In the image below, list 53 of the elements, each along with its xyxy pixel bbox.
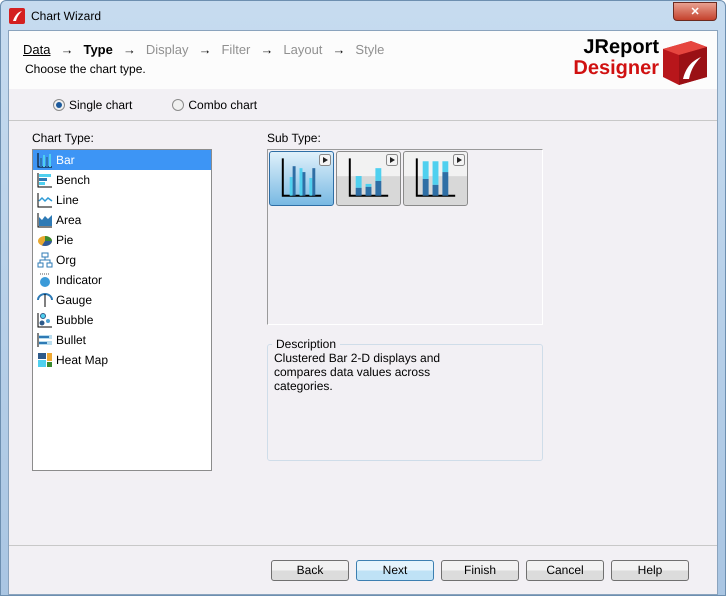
list-item[interactable]: Line — [33, 190, 211, 210]
step-label: Filter — [221, 42, 250, 57]
line-chart-icon — [37, 192, 53, 208]
list-item[interactable]: Pie — [33, 230, 211, 250]
list-item[interactable]: Bubble — [33, 310, 211, 330]
app-icon — [9, 8, 25, 24]
bubble-chart-icon — [37, 312, 53, 328]
step-link[interactable]: Data — [23, 42, 50, 57]
step-label: Display — [146, 42, 188, 57]
gauge-chart-icon — [37, 292, 53, 308]
step-label: Style — [355, 42, 384, 57]
arrow-glyph: → — [122, 42, 136, 57]
logo-text: Designer — [573, 58, 659, 79]
play-icon[interactable] — [453, 154, 465, 166]
window-title: Chart Wizard — [31, 8, 102, 22]
dialog-button[interactable]: Cancel — [526, 560, 604, 580]
arrow-glyph: → — [332, 42, 346, 57]
org-chart-icon — [37, 252, 53, 268]
bench-chart-icon — [37, 172, 53, 188]
step-label: Layout — [283, 42, 322, 57]
dialog-button[interactable]: Finish — [441, 560, 519, 580]
sub-type-tile[interactable] — [269, 151, 334, 206]
list-item[interactable]: Heat Map — [33, 350, 211, 370]
arrow-glyph: → — [60, 42, 74, 57]
dialog-button[interactable]: Help — [611, 560, 689, 580]
sub-type-tile[interactable] — [336, 151, 401, 206]
radio-option[interactable]: Combo chart — [172, 98, 258, 112]
play-icon[interactable] — [319, 154, 331, 166]
description-text: Clustered Bar 2-D displays and compares data values across categories. — [274, 351, 442, 393]
bullet-chart-icon — [37, 332, 53, 348]
arrow-glyph: → — [198, 42, 212, 57]
heatmap-chart-icon — [37, 352, 53, 368]
section-label: Chart Type: — [32, 131, 95, 147]
step-label: Type — [83, 42, 113, 57]
list-item[interactable]: Gauge — [33, 290, 211, 310]
bar-chart-icon — [37, 152, 53, 168]
radio-option[interactable]: Single chart — [53, 98, 132, 112]
indicator-chart-icon — [37, 272, 53, 288]
area-chart-icon — [37, 212, 53, 228]
list-item[interactable]: Area — [33, 210, 211, 230]
list-item[interactable]: Indicator — [33, 270, 211, 290]
instruction-text: Choose the chart type. — [24, 62, 147, 76]
play-icon[interactable] — [386, 154, 398, 166]
dialog-button[interactable]: Next — [356, 560, 434, 580]
sub-type-tile[interactable] — [403, 151, 468, 206]
group-title: Description — [275, 337, 338, 351]
arrow-glyph: → — [260, 42, 274, 57]
logo-text: JReport — [583, 37, 659, 58]
list-item[interactable]: Org — [33, 250, 211, 270]
section-label: Sub Type: — [267, 131, 322, 147]
dialog-button[interactable]: Back — [271, 560, 349, 580]
list-item[interactable]: Bullet — [33, 330, 211, 350]
list-item[interactable]: Bench — [33, 170, 211, 190]
